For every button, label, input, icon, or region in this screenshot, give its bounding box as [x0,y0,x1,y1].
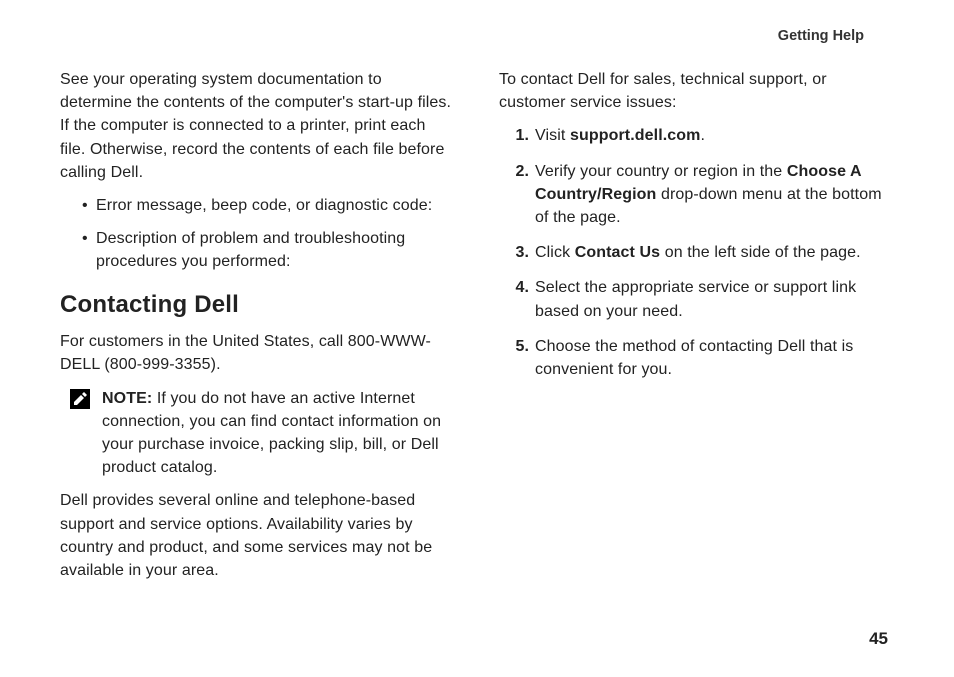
ordered-list: 1. Visit support.dell.com. 2. Verify you… [499,124,894,381]
section-header: Getting Help [60,28,894,44]
page-number: 45 [869,629,888,649]
list-item: 1. Visit support.dell.com. [511,124,894,147]
right-column: To contact Dell for sales, technical sup… [499,68,894,592]
step-text: Visit support.dell.com. [535,124,894,147]
two-column-layout: See your operating system documentation … [60,68,894,592]
contacting-dell-heading: Contacting Dell [60,288,455,323]
step-number: 5. [511,335,529,381]
step-number: 1. [511,124,529,147]
bullet-list: Error message, beep code, or diagnostic … [60,194,455,274]
note-body: NOTE: If you do not have an active Inter… [102,387,455,480]
left-column: See your operating system documentation … [60,68,455,592]
support-paragraph: Dell provides several online and telepho… [60,489,455,582]
step-number: 2. [511,160,529,230]
us-call-paragraph: For customers in the United States, call… [60,330,455,376]
step-text: Verify your country or region in the Cho… [535,160,894,230]
step-number: 4. [511,276,529,322]
note-label: NOTE: [102,390,152,407]
list-item: 2. Verify your country or region in the … [511,160,894,230]
list-item: Description of problem and troubleshooti… [82,227,455,273]
list-item: Error message, beep code, or diagnostic … [82,194,455,217]
intro-paragraph: See your operating system documentation … [60,68,455,184]
step-text: Click Contact Us on the left side of the… [535,241,894,264]
step-number: 3. [511,241,529,264]
step-text: Choose the method of contacting Dell tha… [535,335,894,381]
list-item: 5. Choose the method of contacting Dell … [511,335,894,381]
note-text: If you do not have an active Internet co… [102,390,441,477]
contact-intro: To contact Dell for sales, technical sup… [499,68,894,114]
list-item: 4. Select the appropriate service or sup… [511,276,894,322]
note-block: NOTE: If you do not have an active Inter… [70,387,455,480]
pencil-note-icon [70,389,90,409]
step-text: Select the appropriate service or suppor… [535,276,894,322]
list-item: 3. Click Contact Us on the left side of … [511,241,894,264]
